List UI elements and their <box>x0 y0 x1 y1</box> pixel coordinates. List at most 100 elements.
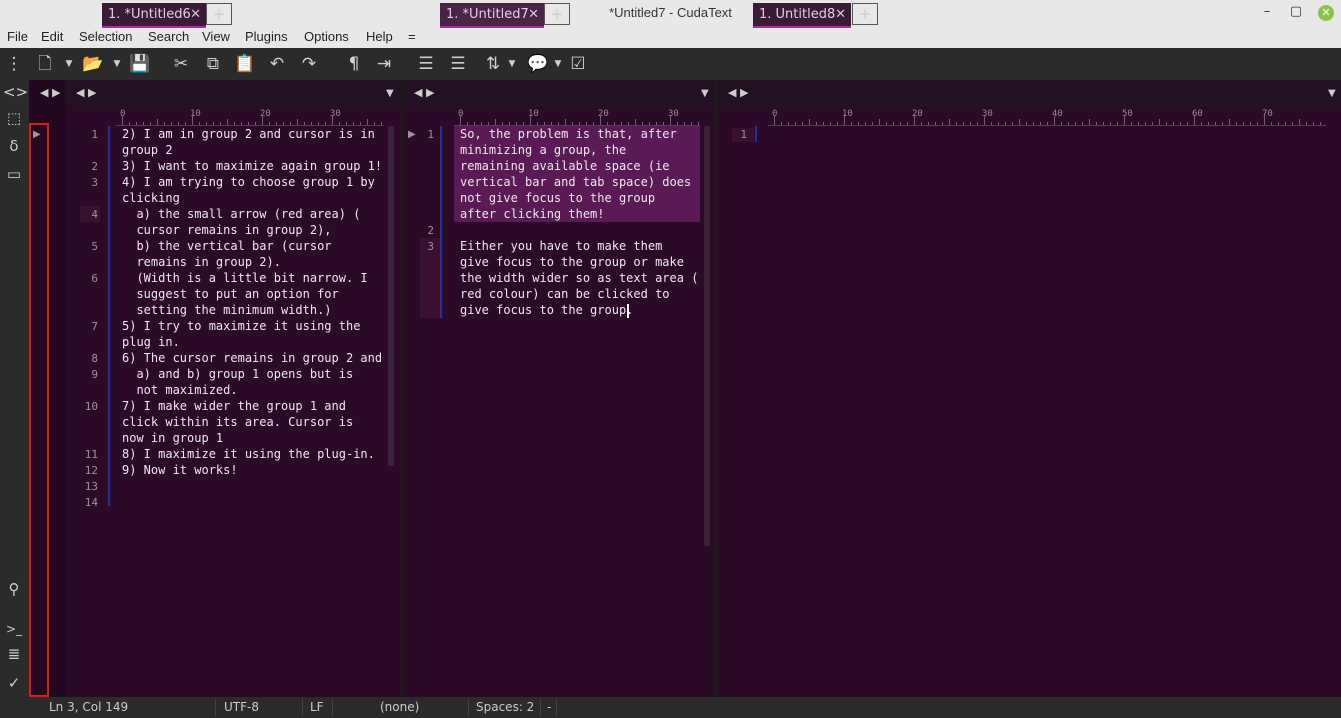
group2-tab-nav-icon[interactable]: ◀ ▶ <box>76 86 96 99</box>
line-number: 1 <box>427 128 434 141</box>
group3-tab-nav-icon[interactable]: ◀ ▶ <box>414 86 434 99</box>
ruler-tick <box>586 122 587 125</box>
text-line: a) and b) group 1 opens but is <box>122 367 354 381</box>
line-number: 9 <box>91 368 98 381</box>
ruler-tick <box>199 122 200 125</box>
ruler-label: 20 <box>260 109 271 119</box>
close-tab-icon[interactable]: ✕ <box>190 3 201 27</box>
redo-icon[interactable]: ↷ <box>296 52 322 76</box>
group-splitter[interactable] <box>714 80 717 697</box>
maximize-button[interactable]: ▢ <box>1287 4 1305 19</box>
text-line: clicking <box>122 191 180 205</box>
close-button[interactable]: ✕ <box>1318 5 1334 21</box>
checkbox-icon[interactable]: ☑ <box>565 52 591 76</box>
output-list-icon[interactable]: ≣ <box>3 643 25 665</box>
group2-vertical-scrollbar[interactable] <box>384 108 398 697</box>
ruler-tick <box>1005 122 1006 125</box>
menu-selection[interactable]: Selection <box>79 29 132 44</box>
ruler-tick <box>1201 122 1202 125</box>
ruler-tick <box>143 122 144 125</box>
line-number: 4 <box>91 208 98 221</box>
ruler-tick <box>1082 122 1083 125</box>
group1-tab-nav-icon[interactable]: ◀ ▶ <box>40 86 60 99</box>
menu-extra[interactable]: = <box>408 29 416 44</box>
status-position[interactable]: Ln 3, Col 149 <box>49 700 128 714</box>
text-line: minimizing a group, the <box>460 143 627 157</box>
wrap-icon[interactable]: ⇥ <box>371 52 397 76</box>
menu-view[interactable]: View <box>202 29 230 44</box>
menu-options[interactable]: Options <box>304 29 349 44</box>
group4-ruler: 0 10 20 30 40 50 60 70 <box>768 108 1326 126</box>
chevron-down-icon[interactable]: ▼ <box>499 52 525 76</box>
group3-text-area[interactable]: So, the problem is that, after minimizing… <box>460 126 700 318</box>
group3-vertical-scrollbar[interactable] <box>700 108 714 697</box>
cut-icon[interactable]: ✂ <box>168 52 194 76</box>
ruler-tick <box>565 119 566 125</box>
ruler-tick <box>977 122 978 125</box>
tab-list-dropdown-icon[interactable]: ▼ <box>1328 88 1336 99</box>
save-icon[interactable]: 💾 <box>127 52 153 76</box>
status-lexer[interactable]: (none) <box>380 700 419 714</box>
text-line: b) the vertical bar (cursor <box>122 239 332 253</box>
undo-icon[interactable]: ↶ <box>264 52 290 76</box>
menu-help[interactable]: Help <box>366 29 393 44</box>
tab-list-dropdown-icon[interactable]: ▼ <box>701 88 709 99</box>
project-box-icon[interactable]: ⬚ <box>3 107 25 129</box>
tabs-panel-icon[interactable]: ▭ <box>3 163 25 185</box>
tab-label: 1. *Untitled6 <box>108 7 191 22</box>
menu-plugins[interactable]: Plugins <box>245 29 288 44</box>
add-tab-button[interactable]: + <box>852 3 878 25</box>
unindent-icon[interactable]: ☰ <box>445 52 471 76</box>
tab-untitled8[interactable]: 1. Untitled8 ✕ <box>753 3 851 28</box>
text-line: the width wider so as text area ( <box>460 271 699 285</box>
tab-untitled6[interactable]: 1. *Untitled6 ✕ <box>102 3 206 28</box>
indent-icon[interactable]: ☰ <box>413 52 439 76</box>
ruler-tick <box>269 122 270 125</box>
status-encoding[interactable]: UTF-8 <box>224 700 259 714</box>
ruler-tick <box>1110 122 1111 125</box>
group4-vertical-scrollbar[interactable] <box>1326 108 1340 697</box>
chevron-down-icon[interactable]: ▼ <box>56 52 82 76</box>
open-folder-icon[interactable]: 📂 <box>80 52 106 76</box>
status-indent[interactable]: Spaces: 2 <box>476 700 534 714</box>
group4-tab-nav-icon[interactable]: ◀ ▶ <box>728 86 748 99</box>
minimize-button[interactable]: – <box>1258 4 1276 19</box>
add-tab-button[interactable]: + <box>544 3 570 25</box>
close-tab-icon[interactable]: ✕ <box>835 3 846 27</box>
ruler-tick <box>1271 122 1272 125</box>
tab-list-dropdown-icon[interactable]: ▼ <box>386 88 394 99</box>
ruler-tick <box>1313 122 1314 125</box>
console-icon[interactable]: >_ <box>3 618 25 640</box>
menu-edit[interactable]: Edit <box>41 29 63 44</box>
tab-label: 1. Untitled8 <box>759 7 836 22</box>
scrollbar-thumb[interactable] <box>388 126 394 466</box>
ruler-tick <box>614 122 615 125</box>
add-tab-button[interactable]: + <box>206 3 232 25</box>
search-icon[interactable]: ⚲ <box>3 578 25 600</box>
paste-icon[interactable]: 📋 <box>232 52 258 76</box>
ruler-tick <box>1089 119 1090 125</box>
snippets-icon[interactable]: δ <box>3 135 25 157</box>
line-number: 8 <box>91 352 98 365</box>
validate-check-icon[interactable]: ✓ <box>3 672 25 694</box>
pilcrow-icon[interactable]: ¶ <box>341 52 367 76</box>
status-line-ending[interactable]: LF <box>310 700 324 714</box>
group2-text-area[interactable]: 2) I am in group 2 and cursor is in group… <box>122 126 384 510</box>
ruler-tick <box>164 122 165 125</box>
menu-file[interactable]: File <box>7 29 28 44</box>
text-line: now in group 1 <box>122 431 224 445</box>
tab-untitled7[interactable]: 1. *Untitled7 ✕ <box>440 3 544 28</box>
menu-search[interactable]: Search <box>148 29 189 44</box>
new-file-icon[interactable]: 🗋 <box>32 52 58 76</box>
text-line: not maximized. <box>122 383 238 397</box>
scrollbar-thumb[interactable] <box>704 126 710 546</box>
copy-icon[interactable]: ⧉ <box>200 52 226 76</box>
kebab-menu-icon[interactable]: ⋮ <box>1 52 27 76</box>
close-tab-icon[interactable]: ✕ <box>528 3 539 27</box>
code-tree-icon[interactable]: <> <box>3 81 28 103</box>
ruler-label: 0 <box>120 109 126 119</box>
group3-ruler: 0 10 20 30 <box>454 108 700 126</box>
ruler-tick <box>649 122 650 125</box>
ruler-tick <box>1222 122 1223 125</box>
ruler-tick <box>311 122 312 125</box>
